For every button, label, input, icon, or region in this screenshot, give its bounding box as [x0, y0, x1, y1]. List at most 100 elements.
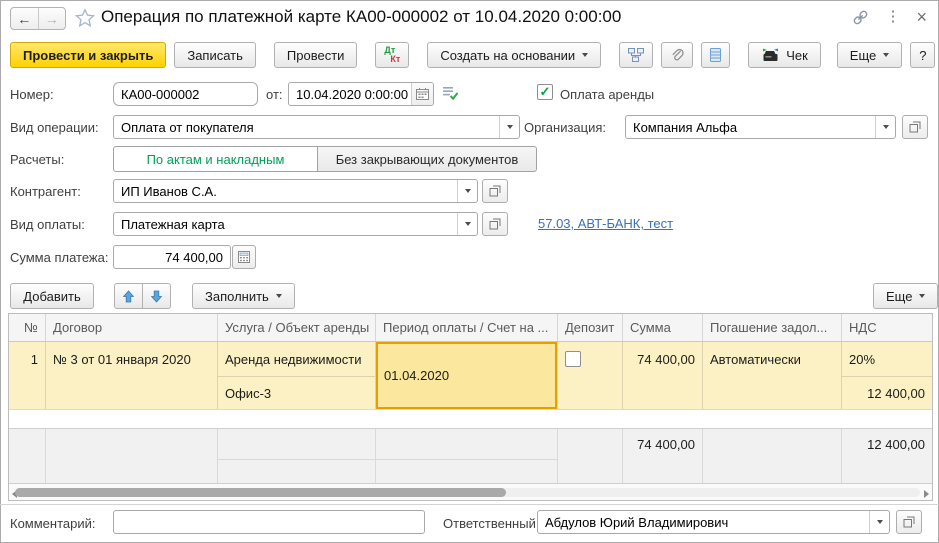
dropdown-button[interactable]	[457, 213, 477, 235]
col-header-service[interactable]: Услуга / Объект аренды	[218, 314, 376, 341]
col-header-contract[interactable]: Договор	[46, 314, 218, 341]
cell-repayment[interactable]: Автоматически	[703, 342, 841, 376]
back-icon: ←	[17, 10, 32, 27]
register-list-icon	[710, 48, 722, 62]
cell-service[interactable]: Аренда недвижимости	[218, 342, 375, 376]
open-form-icon	[909, 121, 921, 133]
horizontal-scrollbar[interactable]	[9, 483, 932, 500]
date-field[interactable]: 10.04.2020 0:00:00	[288, 82, 434, 106]
contractor-select[interactable]: ИП Иванов С.А.	[113, 179, 478, 203]
document-check-icon[interactable]	[442, 85, 458, 101]
write-button[interactable]: Записать	[174, 42, 256, 68]
comment-label: Комментарий:	[10, 516, 96, 531]
organization-open-button[interactable]	[902, 115, 928, 139]
command-bar: Провести и закрыть Записать Провести Дт К…	[10, 41, 936, 69]
cell-amount[interactable]: 74 400,00	[623, 342, 702, 376]
payment-type-select[interactable]: Платежная карта	[113, 212, 478, 236]
cell-vat-rate[interactable]: 20%	[842, 342, 932, 376]
number-label: Номер:	[10, 87, 54, 102]
post-button[interactable]: Провести	[273, 42, 358, 68]
dropdown-button[interactable]	[499, 116, 519, 138]
calendar-icon	[416, 88, 429, 100]
table-empty-area[interactable]	[9, 410, 932, 428]
create-based-on-button[interactable]: Создать на основании	[427, 42, 602, 68]
more-actions-button[interactable]: Еще	[836, 42, 903, 68]
number-field[interactable]: КА00-000002	[113, 82, 258, 106]
add-row-button[interactable]: Добавить	[10, 283, 94, 309]
date-value: 10.04.2020 0:00:00	[296, 86, 409, 102]
register-records-button[interactable]	[701, 42, 731, 68]
list-more-button[interactable]: Еще	[873, 283, 939, 309]
col-header-period[interactable]: Период оплаты / Счет на ...	[376, 314, 558, 341]
chevron-down-icon	[883, 53, 890, 57]
responsible-open-button[interactable]	[896, 510, 922, 534]
payment-type-open-button[interactable]	[482, 212, 508, 236]
account-link[interactable]: 57.03, АВТ-БАНК, тест	[538, 216, 673, 231]
move-up-button[interactable]	[114, 283, 143, 309]
footer-divider	[0, 504, 939, 505]
amount-field[interactable]: 74 400,00	[113, 245, 231, 269]
paperclip-icon	[670, 48, 684, 62]
nav-history-group: ← →	[10, 7, 66, 30]
calendar-button[interactable]	[411, 83, 433, 105]
structure-links-button[interactable]	[619, 42, 654, 68]
cell-contract[interactable]: № 3 от 01 января 2020	[46, 342, 217, 376]
calculator-button[interactable]	[232, 245, 256, 269]
close-icon[interactable]: ×	[916, 8, 927, 26]
responsible-select[interactable]: Абдулов Юрий Владимирович	[537, 510, 890, 534]
chevron-down-icon	[582, 53, 589, 57]
back-button[interactable]: ←	[11, 8, 39, 29]
dropdown-button[interactable]	[457, 180, 477, 202]
cell-period[interactable]: 01.04.2020	[376, 342, 557, 409]
more-menu-icon[interactable]: ⋮	[885, 8, 900, 26]
organization-value: Компания Альфа	[633, 119, 738, 135]
col-header-num[interactable]: №	[9, 314, 46, 341]
col-header-deposit[interactable]: Депозит	[558, 314, 623, 341]
scroll-right-icon[interactable]	[924, 490, 929, 498]
contractor-label: Контрагент:	[10, 184, 81, 199]
selected-cell[interactable]: 01.04.2020	[376, 342, 557, 409]
fill-button[interactable]: Заполнить	[192, 283, 295, 309]
arrow-up-icon	[123, 289, 134, 303]
get-link-icon[interactable]	[852, 9, 869, 26]
scrollbar-thumb[interactable]	[15, 488, 506, 497]
move-down-button[interactable]	[142, 283, 171, 309]
settlements-option-no-docs[interactable]: Без закрывающих документов	[317, 146, 537, 172]
receipt-button[interactable]: Чек	[748, 42, 821, 68]
items-table: № Договор Услуга / Объект аренды Период …	[8, 313, 933, 501]
favorite-star-icon[interactable]	[75, 8, 95, 28]
organization-select[interactable]: Компания Альфа	[625, 115, 896, 139]
dropdown-button[interactable]	[875, 116, 895, 138]
chevron-down-icon	[275, 294, 282, 298]
rent-payment-checkbox[interactable]: ✓	[537, 84, 553, 100]
help-label: ?	[919, 47, 927, 63]
dropdown-button[interactable]	[869, 511, 889, 533]
operation-type-select[interactable]: Оплата от покупателя	[113, 115, 520, 139]
document-window: ← → Операция по платежной карте КА00-000…	[0, 0, 939, 543]
responsible-label: Ответственный:	[443, 516, 540, 531]
cell-num[interactable]: 1	[9, 342, 45, 376]
cell-vat-amount[interactable]: 12 400,00	[842, 376, 932, 409]
help-button[interactable]: ?	[910, 42, 936, 68]
dtkt-postings-button[interactable]: Дт Кт	[375, 42, 410, 68]
table-row[interactable]: 1 № 3 от 01 января 2020 Аренда недвижимо…	[9, 342, 932, 410]
cell-rent-object[interactable]: Офис-3	[218, 376, 375, 409]
forward-button[interactable]: →	[39, 8, 66, 29]
attachments-button[interactable]	[661, 42, 694, 68]
comment-input[interactable]	[113, 510, 425, 534]
calculator-icon	[238, 251, 250, 263]
rent-payment-checkbox-label: Оплата аренды	[560, 87, 655, 102]
col-header-repayment[interactable]: Погашение задол...	[703, 314, 842, 341]
date-label: от:	[266, 87, 283, 102]
col-header-vat[interactable]: НДС	[842, 314, 932, 341]
contractor-open-button[interactable]	[482, 179, 508, 203]
table-header-row: № Договор Услуга / Объект аренды Период …	[9, 314, 932, 342]
table-totals: 74 400,00 12 400,00	[9, 428, 932, 483]
col-header-amount[interactable]: Сумма	[623, 314, 703, 341]
settlements-option-acts[interactable]: По актам и накладным	[113, 146, 318, 172]
chevron-down-icon	[876, 520, 883, 524]
deposit-checkbox[interactable]	[565, 351, 581, 367]
post-and-close-button[interactable]: Провести и закрыть	[10, 42, 167, 68]
total-amount: 74 400,00	[637, 436, 695, 452]
payment-type-label: Вид оплаты:	[10, 217, 85, 232]
